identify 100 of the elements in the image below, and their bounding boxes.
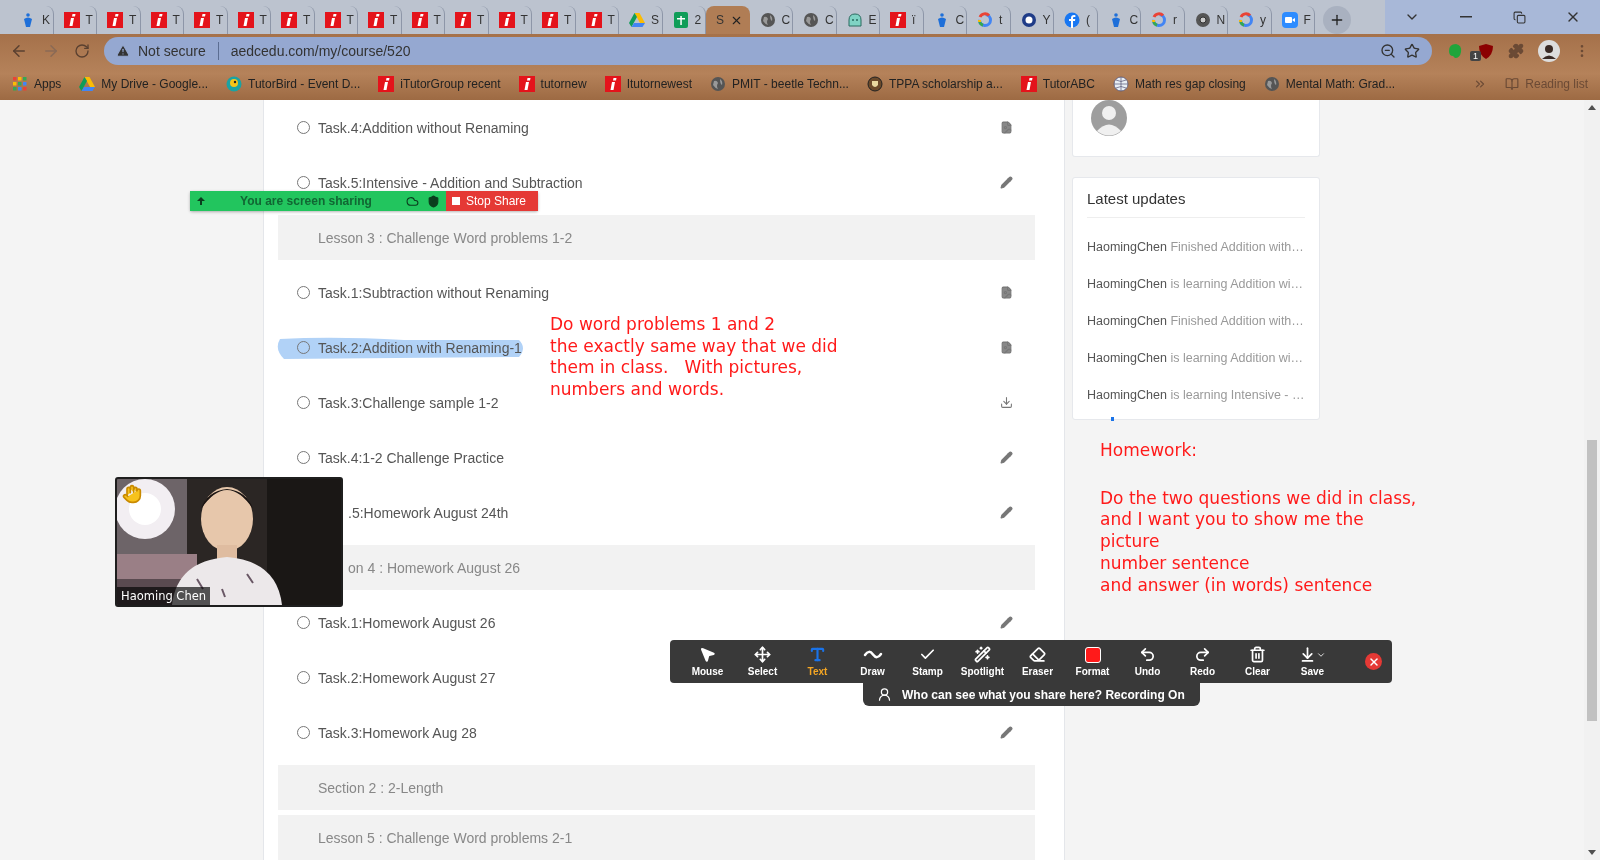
logo-icon	[518, 76, 535, 92]
bookmark-link[interactable]: My Drive - Google...	[79, 76, 209, 92]
task-link[interactable]: Task.1:Subtraction without Renaming	[318, 284, 550, 301]
bookmark-link[interactable]: Math res gap closing	[1113, 76, 1246, 92]
task-link[interactable]: Task.2:Homework August 27	[318, 669, 496, 686]
task-link[interactable]: Task.4:Addition without Renaming	[318, 119, 529, 136]
logo-icon	[194, 12, 210, 28]
bookmark-link[interactable]: TutorBird - Event D...	[226, 76, 361, 92]
logo-icon	[281, 12, 297, 28]
annotation-line: Do word problems 1 and 2	[550, 314, 776, 336]
task-link[interactable]: Task.3:Homework Aug 28	[318, 724, 477, 741]
task-link[interactable]: Task.5:Intensive - Addition and Subtraction	[318, 174, 583, 191]
save-icon	[1299, 646, 1326, 663]
extension-badge: 1	[1470, 50, 1481, 61]
extensions-icon[interactable]	[1508, 43, 1524, 59]
update-entry[interactable]: HaomingChen Finished Addition with…	[1087, 314, 1305, 329]
pencil-icon[interactable]	[1000, 176, 1013, 189]
bookmark-link[interactable]: iTutorGroup recent	[378, 76, 501, 92]
update-entry[interactable]: HaomingChen is learning Intensive - …	[1087, 388, 1305, 403]
globe-icon	[1113, 76, 1130, 92]
bookmark-link[interactable]: tutornew	[518, 76, 587, 92]
new-tab-button[interactable]	[1323, 6, 1351, 34]
logo-icon	[63, 12, 80, 28]
reload-icon[interactable]	[74, 43, 90, 59]
annotation-line: them in class. With pictures,	[550, 357, 803, 380]
shield-extension-icon[interactable]	[1478, 42, 1494, 60]
task-link[interactable]: .5:Homework August 24th	[348, 504, 509, 521]
pencil-icon[interactable]	[1000, 726, 1013, 739]
logo-icon	[150, 12, 167, 28]
globe-icon	[759, 12, 776, 28]
bookmark-link[interactable]: Apps	[12, 76, 62, 92]
close-button[interactable]	[1365, 653, 1382, 670]
bookmark-star-icon[interactable]	[1404, 43, 1420, 59]
task-link[interactable]: Task.3:Challenge sample 1-2	[318, 394, 499, 411]
text-icon	[809, 646, 826, 663]
globe-icon	[1263, 76, 1280, 92]
shield-icon	[427, 194, 440, 208]
tool-button[interactable]: Stamp	[900, 641, 955, 682]
tool-button[interactable]: Save	[1285, 641, 1340, 682]
scroll-up-icon[interactable]	[1588, 105, 1596, 110]
bookmark-link[interactable]: Mental Math: Grad...	[1263, 76, 1396, 92]
task-link[interactable]: Task.1:Homework August 26	[318, 614, 496, 631]
logo-icon	[324, 12, 341, 28]
sharing-status: You are screen sharing	[239, 194, 373, 208]
logo-icon	[378, 76, 395, 92]
logo-icon	[455, 12, 471, 28]
restore-icon	[1512, 10, 1526, 24]
tool-button[interactable]: Format	[1065, 641, 1120, 682]
bookmark-link[interactable]: TPPA scholarship a...	[866, 76, 1003, 92]
download-icon[interactable]	[1000, 396, 1013, 409]
bookmark-link[interactable]: Itutornewest	[604, 76, 692, 92]
tool-button[interactable]: Select	[735, 641, 790, 682]
move-arrows-icon	[754, 646, 771, 663]
undo-icon	[1139, 646, 1156, 663]
logo-icon	[498, 12, 515, 28]
pencil-icon[interactable]	[1000, 451, 1013, 464]
scroll-thumb[interactable]	[1587, 440, 1597, 721]
address-bar[interactable]: Not secure aedcedu.com/my/course/520	[104, 37, 1432, 65]
update-entry[interactable]: HaomingChen is learning Addition wi…	[1087, 351, 1305, 366]
logo-icon	[1151, 12, 1167, 28]
scroll-down-icon[interactable]	[1588, 850, 1596, 855]
notice-text: Who can see what you share here? Recording On	[902, 687, 1185, 702]
apps-grid-icon[interactable]	[12, 76, 28, 92]
logo-icon	[237, 12, 254, 28]
logo-icon	[890, 12, 906, 28]
drive-logo-icon	[79, 76, 96, 92]
update-entry[interactable]: HaomingChen is learning Addition wi…	[1087, 277, 1305, 292]
tool-button[interactable]: Undo	[1120, 641, 1175, 682]
logo-icon	[604, 76, 621, 92]
redo-icon	[1194, 646, 1211, 663]
pencil-icon[interactable]	[1000, 506, 1013, 519]
document-icon[interactable]	[1000, 121, 1013, 134]
tool-button[interactable]: Redo	[1175, 641, 1230, 682]
drive-logo-icon	[629, 12, 645, 28]
back-icon[interactable]	[10, 42, 28, 60]
tool-button[interactable]: Mouse	[680, 641, 735, 682]
annotation-line: the exactly same way that we did	[550, 335, 838, 358]
arrow-icon[interactable]	[196, 196, 206, 206]
update-entry[interactable]: HaomingChen Finished Addition with…	[1087, 240, 1305, 255]
bookmark-link[interactable]: PMIT - beetle Techn...	[710, 76, 849, 92]
tool-button[interactable]: Text	[790, 641, 845, 682]
browser-tab[interactable]: S	[706, 6, 750, 34]
pencil-icon[interactable]	[1000, 616, 1013, 629]
zoom-out-icon[interactable]	[1380, 43, 1396, 59]
document-icon[interactable]	[1000, 286, 1013, 299]
tool-button[interactable]: Clear	[1230, 641, 1285, 682]
stop-share-button[interactable]: Stop Share	[446, 191, 538, 211]
tool-button[interactable]: Spotlight	[955, 641, 1010, 682]
tool-button[interactable]: Eraser	[1010, 641, 1065, 682]
tool-button[interactable]: Draw	[845, 641, 900, 682]
bookmark-link[interactable]: TutorABC	[1020, 76, 1096, 92]
recording-notice[interactable]: Who can see what you share here? Recording On	[863, 683, 1200, 706]
crest-icon	[866, 76, 883, 92]
document-icon[interactable]	[1000, 341, 1013, 354]
book-icon	[1505, 77, 1520, 91]
avatar-icon[interactable]	[1538, 40, 1560, 62]
logo-icon	[542, 12, 558, 28]
task-link[interactable]: Task.4:1-2 Challenge Practice	[318, 449, 504, 466]
card-title: Latest updates	[1087, 190, 1305, 218]
logo-icon	[1238, 12, 1254, 28]
